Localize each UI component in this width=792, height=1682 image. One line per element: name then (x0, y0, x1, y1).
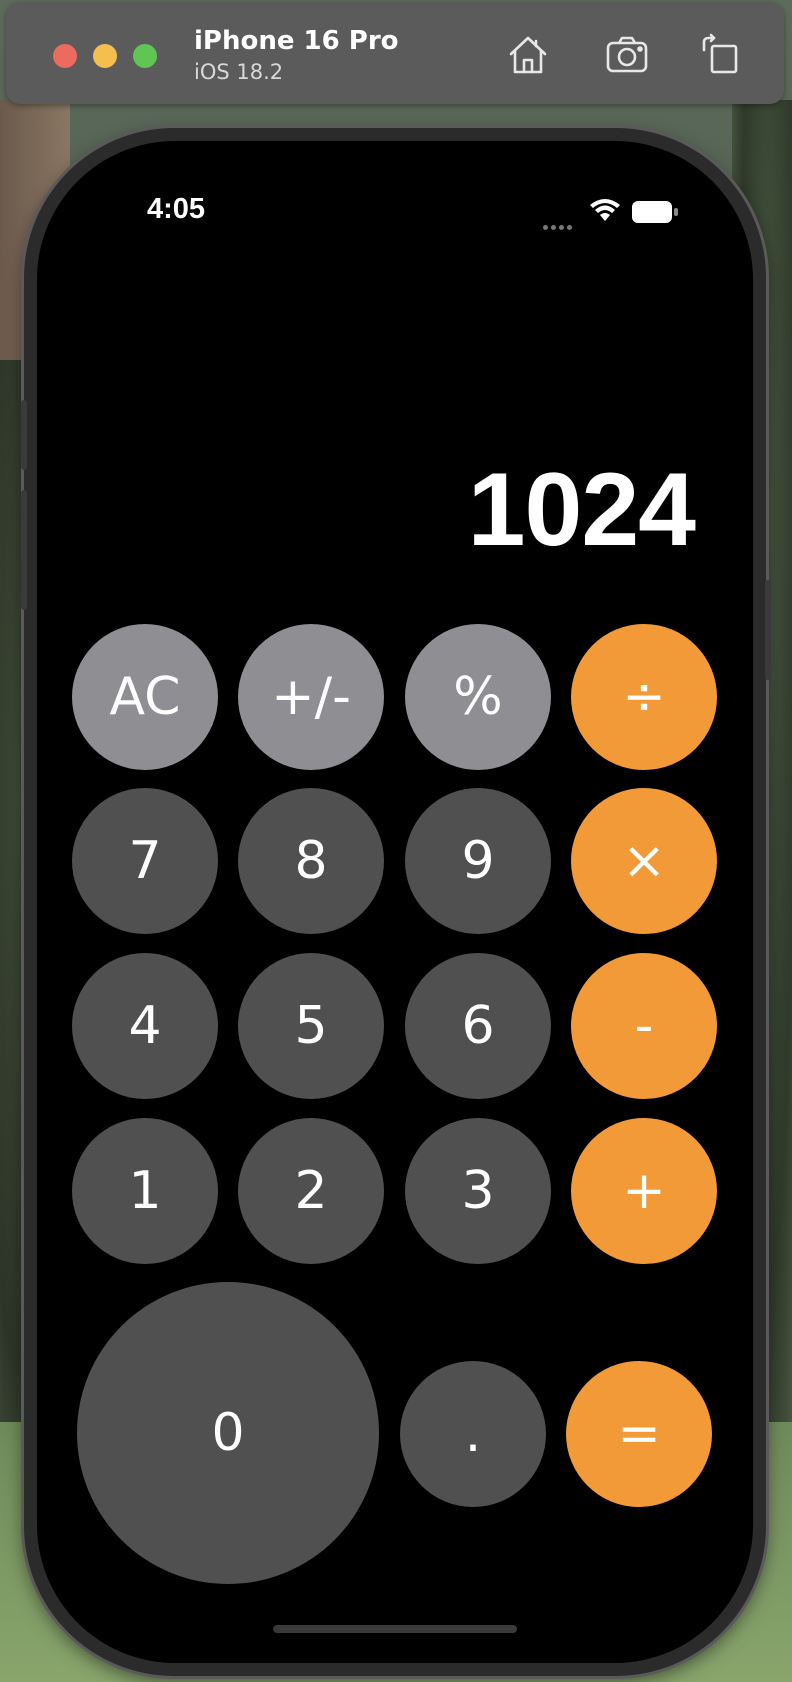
percent-button[interactable]: % (405, 624, 551, 770)
digit-4-button[interactable]: 4 (72, 953, 218, 1099)
digit-3-button[interactable]: 3 (405, 1118, 551, 1264)
result-display: 1024 (467, 452, 696, 568)
toggle-sign-button[interactable]: +/- (238, 624, 384, 770)
home-icon[interactable] (505, 32, 551, 78)
digit-8-button[interactable]: 8 (238, 788, 384, 934)
digit-5-button[interactable]: 5 (238, 953, 384, 1099)
phone-screen: 4:05 1024 AC +/- % ÷ 7 8 9 × 4 5 6 - 1 2… (37, 141, 753, 1663)
digit-6-button[interactable]: 6 (405, 953, 551, 1099)
digit-0-button[interactable]: 0 (77, 1282, 379, 1584)
digit-7-button[interactable]: 7 (72, 788, 218, 934)
device-name: iPhone 16 Pro (194, 26, 399, 56)
rotate-icon[interactable] (696, 32, 742, 78)
close-window-button[interactable] (53, 44, 77, 68)
status-time: 4:05 (147, 193, 206, 225)
digit-9-button[interactable]: 9 (405, 788, 551, 934)
screenshot-icon[interactable] (604, 32, 650, 78)
digit-1-button[interactable]: 1 (72, 1118, 218, 1264)
volume-button (21, 490, 27, 610)
cellular-signal-icon (543, 217, 577, 230)
home-indicator[interactable] (273, 1625, 517, 1633)
zoom-window-button[interactable] (133, 44, 157, 68)
decimal-button[interactable]: . (400, 1361, 546, 1507)
add-button[interactable]: + (571, 1118, 717, 1264)
digit-2-button[interactable]: 2 (238, 1118, 384, 1264)
subtract-button[interactable]: - (571, 953, 717, 1099)
multiply-button[interactable]: × (571, 788, 717, 934)
clear-button[interactable]: AC (72, 624, 218, 770)
battery-icon (631, 199, 679, 225)
equals-button[interactable]: = (566, 1361, 712, 1507)
wifi-icon (589, 197, 621, 223)
os-version: iOS 18.2 (194, 60, 284, 84)
divide-button[interactable]: ÷ (571, 624, 717, 770)
minimize-window-button[interactable] (93, 44, 117, 68)
side-button (21, 400, 27, 470)
power-button (765, 580, 771, 680)
simulator-toolbar: iPhone 16 Pro iOS 18.2 (6, 2, 784, 104)
